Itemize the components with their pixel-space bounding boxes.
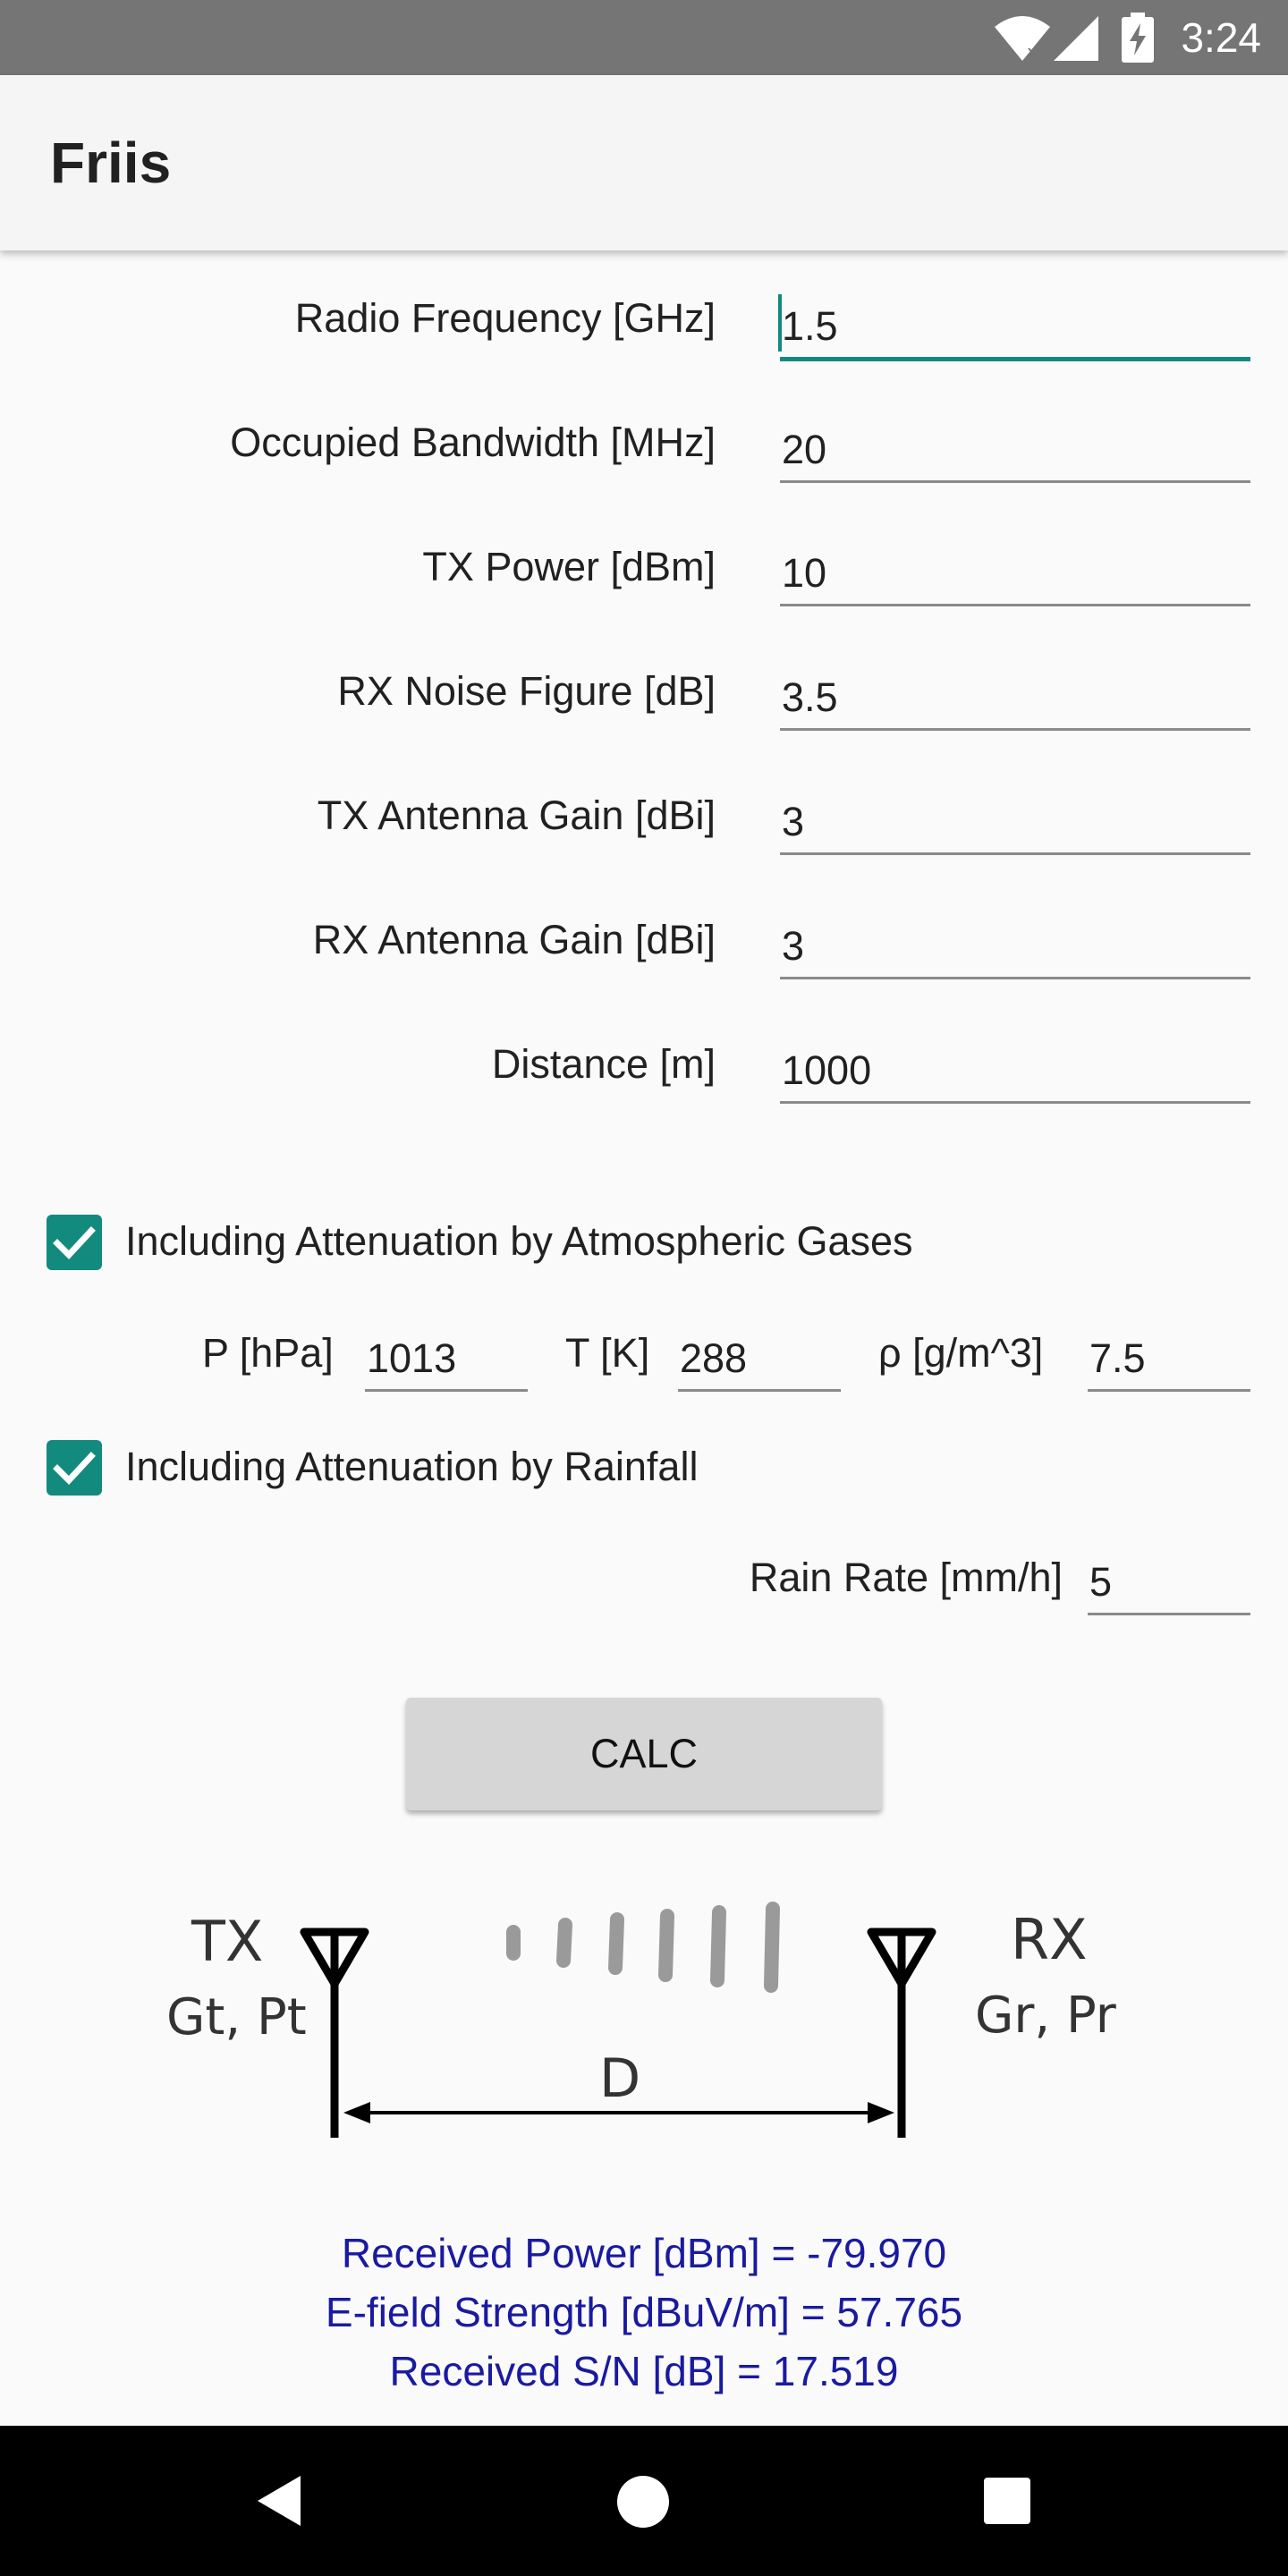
rx-antenna-icon: [867, 1928, 936, 2138]
rainfall-label: Including Attenuation by Rainfall: [125, 1444, 699, 1489]
efield-strength-result: E-field Strength [dBuV/m] = 57.765: [325, 2289, 963, 2335]
density-label: ρ [g/m^3]: [878, 1330, 1044, 1376]
rx-antenna-gain-input[interactable]: 3: [780, 899, 1250, 979]
status-time: 3:24: [1181, 14, 1261, 61]
distance-diagram-label: D: [599, 2047, 640, 2110]
tx-power-value: 10: [782, 550, 827, 596]
radio-frequency-label: Radio Frequency [GHz]: [294, 295, 716, 341]
wave-icon: [506, 1902, 780, 1993]
temperature-label: T [K]: [565, 1330, 650, 1376]
navigation-bar: [0, 2426, 1288, 2576]
occupied-bandwidth-label: Occupied Bandwidth [MHz]: [230, 419, 716, 465]
pressure-value: 1013: [367, 1335, 457, 1381]
rx-params-label: Gr, Pr: [975, 1987, 1117, 2045]
tx-antenna-gain-input[interactable]: 3: [780, 775, 1250, 855]
distance-label: Distance [m]: [491, 1041, 716, 1087]
rain-rate-label: Rain Rate [mm/h]: [749, 1555, 1063, 1600]
rx-antenna-gain-value: 3: [782, 923, 805, 969]
tx-antenna-icon: [300, 1928, 369, 2138]
home-icon[interactable]: [615, 2474, 671, 2529]
received-sn-result: Received S/N [dB] = 17.519: [389, 2348, 899, 2394]
status-bar: x 3:24: [0, 0, 1288, 75]
distance-value: 1000: [782, 1047, 872, 1093]
pressure-input[interactable]: 1013: [365, 1313, 528, 1392]
distance-input[interactable]: 1000: [780, 1023, 1250, 1104]
rx-noise-figure-value: 3.5: [782, 674, 838, 720]
svg-text:x: x: [1027, 42, 1038, 63]
tx-antenna-gain-label: TX Antenna Gain [dBi]: [317, 792, 716, 838]
density-input[interactable]: 7.5: [1088, 1313, 1250, 1392]
received-power-result: Received Power [dBm] = -79.970: [341, 2230, 947, 2276]
rx-antenna-gain-label: RX Antenna Gain [dBi]: [312, 917, 716, 962]
tx-params-label: Gt, Pt: [166, 1988, 307, 2046]
rx-label: RX: [1011, 1907, 1088, 1972]
occupied-bandwidth-input[interactable]: 20: [780, 402, 1250, 483]
occupied-bandwidth-value: 20: [782, 427, 827, 472]
battery-charging-icon: [1122, 13, 1154, 63]
atmospheric-gases-label: Including Attenuation by Atmospheric Gas…: [125, 1218, 913, 1264]
rx-noise-figure-input[interactable]: 3.5: [780, 650, 1250, 731]
tx-power-label: TX Power [dBm]: [422, 544, 716, 589]
density-value: 7.5: [1089, 1335, 1146, 1381]
check-icon: [53, 1452, 96, 1486]
rain-rate-value: 5: [1089, 1559, 1113, 1605]
wifi-icon: x: [995, 16, 1050, 63]
app-bar: Friis: [0, 75, 1288, 250]
calc-button[interactable]: CALC: [406, 1698, 882, 1810]
app-title: Friis: [50, 131, 172, 195]
check-icon: [53, 1226, 96, 1260]
rain-rate-input[interactable]: 5: [1088, 1537, 1250, 1615]
tx-antenna-gain-value: 3: [782, 799, 805, 844]
radio-frequency-value: 1.5: [782, 303, 838, 349]
recents-icon[interactable]: [982, 2476, 1032, 2526]
friis-diagram: TX Gt, Pt RX Gr, Pr D: [166, 1902, 1117, 2138]
rx-noise-figure-label: RX Noise Figure [dB]: [337, 668, 716, 714]
atmospheric-gases-checkbox[interactable]: [47, 1215, 102, 1270]
radio-frequency-input[interactable]: 1.5: [778, 277, 1250, 361]
pressure-label: P [hPa]: [202, 1330, 334, 1376]
tx-power-input[interactable]: 10: [780, 526, 1250, 606]
tx-label: TX: [191, 1909, 263, 1974]
back-icon[interactable]: [252, 2472, 309, 2529]
signal-icon: [1054, 16, 1098, 61]
temperature-value: 288: [680, 1335, 748, 1381]
rainfall-checkbox[interactable]: [47, 1440, 102, 1496]
temperature-input[interactable]: 288: [678, 1313, 841, 1392]
